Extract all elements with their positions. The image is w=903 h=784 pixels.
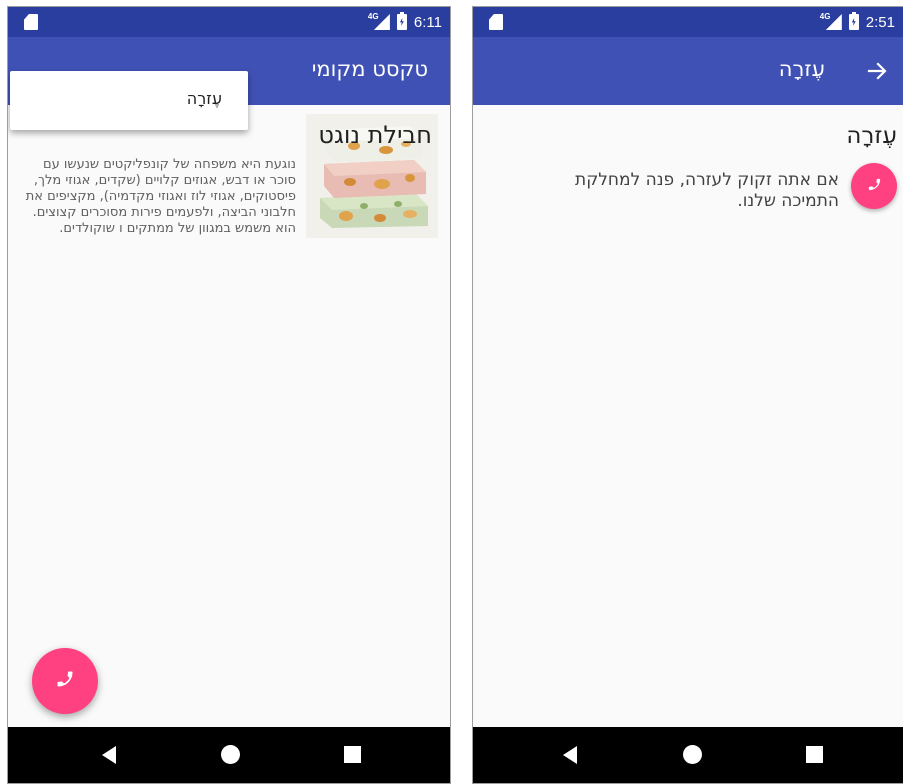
card-description: נוגעת היא משפחה של קונפליקטים שנעשו עם ס… — [25, 157, 296, 236]
status-time: 2:51 — [865, 13, 895, 31]
help-heading: עֶזרָה — [846, 123, 897, 149]
phone-icon — [867, 177, 882, 196]
call-fab[interactable] — [32, 648, 98, 714]
status-bar: 4G 6:11 — [8, 7, 450, 37]
app-title: עֶזרָה — [778, 57, 825, 81]
navigation-bar — [473, 727, 903, 783]
navigation-bar — [8, 727, 450, 783]
network-type: 4G — [367, 12, 379, 21]
home-icon[interactable] — [683, 745, 702, 764]
sd-card-icon — [489, 14, 503, 30]
recents-icon[interactable] — [344, 746, 361, 763]
app-title: טקסט מקומי — [311, 57, 428, 81]
signal-icon: 4G — [819, 12, 842, 30]
status-bar: 4G 2:51 — [473, 7, 903, 37]
card-title: חבילת נוגט — [318, 121, 432, 149]
call-support-button[interactable] — [851, 163, 897, 209]
recents-icon[interactable] — [806, 746, 823, 763]
help-body-text: אם אתה זקוק לעזרה, פנה למחלקת התמיכה שלנ… — [575, 170, 839, 211]
left-phone-screen: 4G 6:11 טקסט מקומי עֶזרָה חבילת נוגט נוג… — [7, 6, 451, 784]
signal-icon: 4G — [367, 12, 390, 30]
sd-card-icon — [24, 14, 38, 30]
right-phone-screen: 4G 2:51 עֶזרָה עֶזרָה אם אתה זקוק לעזרה,… — [472, 6, 903, 784]
battery-icon — [396, 12, 407, 30]
app-bar: עֶזרָה — [473, 37, 903, 105]
app-bar: טקסט מקומי עֶזרָה — [8, 37, 450, 130]
menu-item-help[interactable]: עֶזרָה — [187, 89, 222, 108]
arrow-back-icon[interactable] — [865, 59, 889, 83]
network-type: 4G — [819, 12, 831, 21]
back-icon[interactable] — [102, 746, 116, 764]
phone-icon — [55, 669, 75, 693]
status-time: 6:11 — [413, 13, 442, 31]
back-icon[interactable] — [563, 746, 577, 764]
overflow-popup-menu: עֶזרָה — [10, 71, 248, 130]
home-icon[interactable] — [221, 745, 240, 764]
battery-icon — [848, 12, 859, 30]
